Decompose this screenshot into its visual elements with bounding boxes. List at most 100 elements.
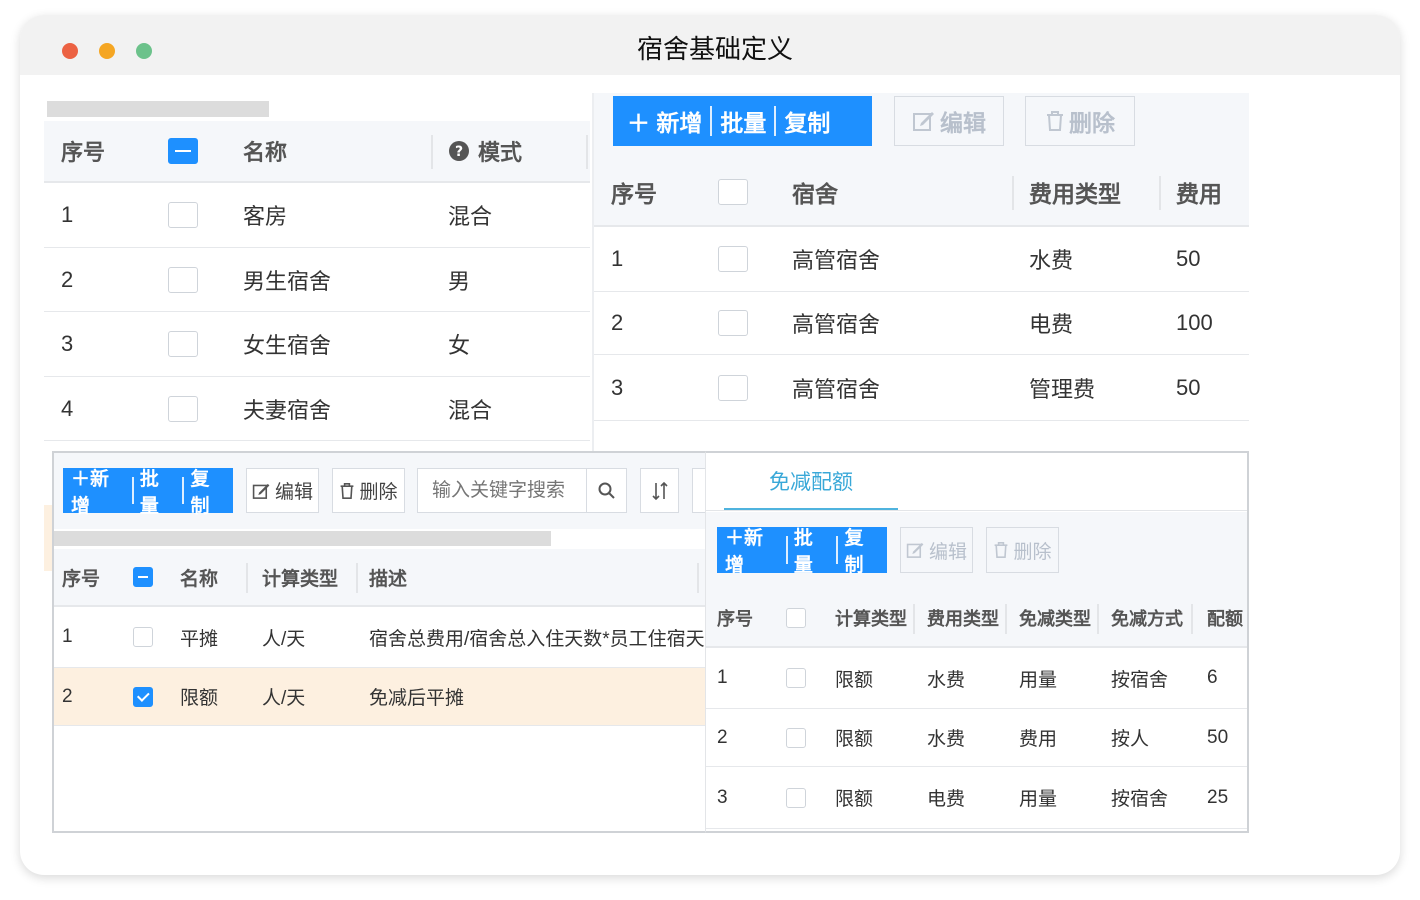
column-divider <box>913 604 915 634</box>
tab-reduction-quota[interactable]: 免减配额 <box>724 453 898 510</box>
help-icon[interactable]: ? <box>448 140 470 162</box>
cell-name: 夫妻宿舍 <box>243 397 332 423</box>
select-all-checkbox[interactable] <box>718 179 748 205</box>
svg-text:?: ? <box>455 144 463 160</box>
cell-seq: 3 <box>611 374 624 400</box>
table-row[interactable]: 1 高管宿舍 水费 50 <box>594 227 1249 292</box>
edit-icon <box>913 112 934 131</box>
table-row[interactable]: 2 男生宿舍 男 <box>44 248 590 312</box>
edit-icon <box>906 542 924 558</box>
add-button[interactable]: ＋ 新增 <box>619 106 713 136</box>
cell-fee-type: 电费 <box>927 789 966 810</box>
cell-reduce-type: 用量 <box>1019 789 1058 810</box>
copy-button[interactable]: 复制 <box>776 106 838 136</box>
table-header: 序号 名称 计算类型 描述 <box>54 549 707 607</box>
copy-button[interactable]: 复制 <box>184 469 233 517</box>
cell-fee-type: 水费 <box>927 729 966 750</box>
batch-button[interactable]: 批量 <box>788 528 839 576</box>
row-checkbox-checked[interactable] <box>133 686 153 707</box>
delete-button[interactable]: 删除 <box>1025 96 1135 146</box>
table-row[interactable]: 1 客房 混合 <box>44 183 590 248</box>
sort-button[interactable] <box>640 468 679 513</box>
search-button[interactable] <box>586 469 626 512</box>
table-row[interactable]: 3 女生宿舍 女 <box>44 312 590 377</box>
table-row[interactable]: 1 平摊 人/天 宿舍总费用/宿舍总入住天数*员工住宿天数 <box>54 607 707 668</box>
cell-fee-type: 管理费 <box>1029 376 1096 402</box>
trash-icon <box>1047 111 1063 131</box>
header-reduce-mode: 免减方式 <box>1111 609 1183 629</box>
toolbar: ＋ 新增 批量 复制 编辑 删除 <box>594 93 1249 159</box>
header-dorm: 宿舍 <box>792 181 838 207</box>
column-divider <box>1159 176 1161 210</box>
table-row[interactable]: 2 高管宿舍 电费 100 <box>594 292 1249 355</box>
cell-seq: 4 <box>61 395 74 421</box>
row-checkbox[interactable] <box>786 727 806 748</box>
column-divider <box>697 563 699 593</box>
column-divider <box>1012 176 1014 210</box>
cell-reduce-mode: 按宿舍 <box>1111 789 1169 810</box>
horizontal-scrollbar[interactable] <box>47 101 269 117</box>
row-checkbox[interactable] <box>786 668 806 688</box>
table-row-selected[interactable]: 2 限额 人/天 免减后平摊 <box>54 668 707 726</box>
delete-button[interactable]: 删除 <box>986 527 1059 573</box>
table-row[interactable]: 1 限额 水费 用量 按宿舍 6 <box>706 648 1247 709</box>
cell-seq: 1 <box>61 202 74 227</box>
cell-name: 男生宿舍 <box>243 268 332 294</box>
cell-calc-type: 人/天 <box>262 688 306 709</box>
header-desc: 描述 <box>369 568 408 590</box>
search-input[interactable] <box>418 469 586 512</box>
add-button[interactable]: ＋新增 <box>719 528 788 576</box>
edit-button-label: 编辑 <box>940 110 986 136</box>
window-title: 宿舍基础定义 <box>636 34 793 64</box>
delete-button[interactable]: 删除 <box>332 468 405 513</box>
row-checkbox[interactable] <box>168 202 198 228</box>
column-divider <box>431 135 433 169</box>
add-button[interactable]: ＋新增 <box>65 469 134 517</box>
select-all-checkbox[interactable] <box>786 608 806 628</box>
batch-button[interactable]: 批量 <box>134 469 185 517</box>
cell-seq: 2 <box>611 310 624 335</box>
cell-seq: 1 <box>717 667 728 688</box>
cell-calc-type: 限额 <box>835 729 874 750</box>
cell-seq: 2 <box>717 726 728 748</box>
row-checkbox[interactable] <box>718 246 748 272</box>
table-row[interactable]: 3 高管宿舍 管理费 50 <box>594 355 1249 421</box>
cell-desc: 宿舍总费用/宿舍总入住天数*员工住宿天数 <box>369 628 707 650</box>
cell-mode: 女 <box>448 333 471 358</box>
row-checkbox[interactable] <box>786 787 806 808</box>
row-checkbox[interactable] <box>718 374 748 401</box>
column-divider <box>246 563 248 593</box>
cell-calc-type: 人/天 <box>262 628 306 650</box>
cell-mode: 混合 <box>448 397 493 423</box>
toolbar: ＋新增 批量 复制 编辑 删除 <box>706 512 1247 592</box>
header-seq: 序号 <box>611 181 657 207</box>
horizontal-scrollbar[interactable] <box>54 531 551 546</box>
table-row[interactable]: 3 限额 电费 用量 按宿舍 25 <box>706 767 1247 829</box>
table-row[interactable]: 4 夫妻宿舍 混合 <box>44 377 590 441</box>
header-mode-label: 模式 <box>478 140 523 165</box>
cell-reduce-mode: 按宿舍 <box>1111 669 1169 691</box>
table-row[interactable]: 2 限额 水费 费用 按人 50 <box>706 709 1247 767</box>
cell-fee-type: 水费 <box>927 669 966 691</box>
row-checkbox[interactable] <box>168 266 198 293</box>
edit-button[interactable]: 编辑 <box>894 96 1004 146</box>
trash-icon <box>995 542 1008 558</box>
column-divider <box>1191 604 1193 634</box>
cell-calc-type: 限额 <box>835 669 874 691</box>
edit-icon <box>252 483 270 499</box>
row-checkbox[interactable] <box>168 331 198 357</box>
select-all-checkbox[interactable] <box>133 567 153 587</box>
select-all-checkbox[interactable] <box>168 138 198 164</box>
cell-name: 女生宿舍 <box>243 333 332 358</box>
cell-name: 平摊 <box>180 628 219 650</box>
edit-button[interactable]: 编辑 <box>246 468 319 513</box>
header-calc-type: 计算类型 <box>835 609 907 629</box>
edit-button[interactable]: 编辑 <box>900 527 973 573</box>
column-divider <box>1097 604 1099 634</box>
row-checkbox[interactable] <box>133 627 153 647</box>
row-checkbox[interactable] <box>168 395 198 422</box>
batch-button[interactable]: 批量 <box>712 106 777 136</box>
copy-button[interactable]: 复制 <box>838 528 887 576</box>
row-checkbox[interactable] <box>718 310 748 336</box>
header-fee-type: 费用类型 <box>1029 181 1121 207</box>
